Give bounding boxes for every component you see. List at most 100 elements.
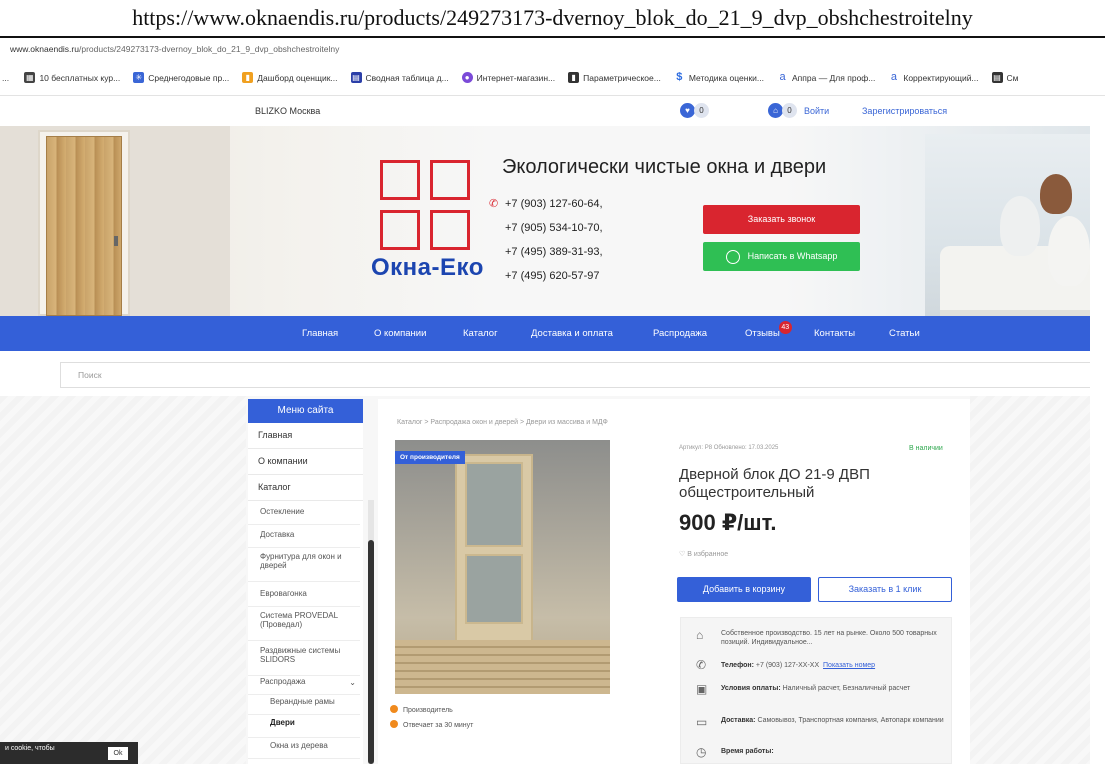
phone-list: ✆ +7 (903) 127-60-64, +7 (905) 534-10-70… (489, 192, 603, 288)
sidebar-sub-wooden-windows[interactable]: Окна из дерева (248, 741, 360, 759)
seller-phone: Телефон: +7 (903) 127-XX-XX Показать ном… (721, 662, 876, 669)
info-icon (390, 705, 398, 713)
seller-info-box: ⌂ Собственное производство. 15 лет на ры… (680, 617, 952, 764)
clock-icon: ◷ (696, 745, 707, 759)
city-selector[interactable]: BLIZKO Москва (255, 106, 320, 116)
bookmark-overflow[interactable]: ... (2, 73, 11, 83)
sidebar-item-about[interactable]: О компании (248, 451, 363, 475)
person-figure (1000, 196, 1040, 256)
add-to-cart-button[interactable]: Добавить в корзину (677, 577, 811, 602)
lumber-stack (395, 640, 610, 694)
product-photo[interactable] (395, 440, 610, 694)
bookmark-item[interactable]: ✳ Среднегодовые пр... (133, 72, 229, 83)
nav-articles[interactable]: Статьи (889, 328, 920, 339)
manufacturer-badge: От производителя (395, 451, 465, 464)
logo-square (430, 210, 470, 250)
heart-icon[interactable]: ♥ (680, 103, 695, 118)
main-nav: Главная О компании Каталог Доставка и оп… (0, 316, 1090, 351)
nav-contacts[interactable]: Контакты (814, 328, 855, 339)
scrollbar-thumb[interactable] (368, 540, 374, 764)
register-link[interactable]: Зарегистрироваться (862, 106, 947, 116)
product-title: Дверной блок ДО 21-9 ДВП общестроительны… (679, 466, 870, 501)
bookmark-item[interactable]: a Корректирующий... (888, 72, 979, 83)
sidebar-sub-verandas[interactable]: Верандные рамы (248, 697, 360, 715)
add-to-favorites[interactable]: ♡ В избранное (679, 550, 728, 558)
cookie-banner: и cookie, чтобы Ok (0, 742, 138, 764)
delivery-terms: Доставка: Самовывоз, Транспортная компан… (721, 717, 944, 724)
phone-icon: ✆ (696, 658, 707, 672)
phone-number[interactable]: +7 (495) 389-31-93, (505, 240, 603, 264)
reviews-badge: 43 (778, 321, 792, 334)
sidebar-sub-slidors[interactable]: Раздвижные системы SLIDORS (248, 646, 360, 676)
nav-home[interactable]: Главная (302, 328, 338, 339)
bookmark-item[interactable]: ▤ Сводная таблица д... (350, 72, 449, 83)
one-click-order-button[interactable]: Заказать в 1 клик (818, 577, 952, 602)
truck-icon: ▭ (696, 715, 708, 729)
address-path: /products/249273173-dvernoy_blok_do_21_9… (78, 44, 340, 54)
sidebar-menu: Меню сайта Главная О компании Каталог Ос… (248, 399, 363, 764)
shop-icon: ● (461, 72, 473, 83)
sidebar-item-catalog[interactable]: Каталог (248, 477, 363, 501)
a-icon: a (779, 71, 786, 83)
phone-number[interactable]: +7 (903) 127-60-64, (505, 192, 603, 216)
nav-delivery[interactable]: Доставка и оплата (531, 328, 613, 339)
login-link[interactable]: Войти (804, 106, 829, 116)
nav-catalog[interactable]: Каталог (463, 328, 498, 339)
address-domain: www.oknaendis.ru (10, 44, 79, 54)
nav-reviews[interactable]: Отзывы 43 (745, 321, 792, 339)
bookmark-item[interactable]: ● Интернет-магазин... (461, 72, 555, 83)
breadcrumb[interactable]: Каталог > Распродажа окон и дверей > Две… (397, 419, 608, 426)
phone-number[interactable]: +7 (905) 534-10-70, (505, 216, 603, 240)
tag-icon: ⌂ (696, 628, 704, 642)
background-pattern (0, 396, 246, 764)
nav-sale[interactable]: Распродажа (653, 328, 707, 339)
product-price: 900 ₽/шт. (679, 510, 777, 535)
address-bar[interactable]: www.oknaendis.ru/products/249273173-dver… (0, 38, 1105, 60)
feature-item: Отвечает за 30 минут (390, 720, 473, 729)
bookmarks-bar: ... ▦ 10 бесплатных кур... ✳ Среднегодовые… (0, 60, 1105, 96)
dollar-icon: $ (676, 71, 683, 83)
nav-about[interactable]: О компании (374, 328, 426, 339)
sidebar-header: Меню сайта (248, 399, 363, 423)
doc-icon: ▤ (991, 72, 1003, 83)
header-banner: Окна-Еко Экологически чистые окна и двер… (0, 126, 1090, 316)
cookie-ok-button[interactable]: Ok (108, 747, 128, 760)
feature-item: Производитель (390, 705, 453, 714)
bookmark-item[interactable]: ▦ 10 бесплатных кур... (24, 72, 120, 83)
person-figure (1040, 174, 1072, 214)
sidebar-sub-eurolining[interactable]: Евровагонка (248, 589, 360, 607)
seller-about: Собственное производство. 15 лет на рынк… (721, 630, 937, 646)
flower-icon: ✳ (133, 72, 145, 83)
bookmark-item[interactable]: ▮ Дашборд оценщик... (242, 72, 338, 83)
page-url-caption: https://www.oknaendis.ru/products/249273… (0, 0, 1105, 38)
grid-icon: ▦ (24, 72, 36, 83)
cart-count: 0 (782, 103, 797, 118)
sidebar-sub-sale[interactable]: Распродажа ⌄ (248, 675, 360, 695)
sidebar-sub-glazing[interactable]: Остекление (248, 507, 360, 525)
site-logo[interactable]: Окна-Еко (371, 254, 484, 282)
slogan: Экологически чистые окна и двери (502, 156, 827, 178)
phone-number[interactable]: +7 (495) 620-57-97 (505, 264, 603, 288)
wallet-icon: ▣ (696, 682, 708, 696)
bookmark-item[interactable]: ▮ Параметрическое... (568, 72, 661, 83)
cart-icon[interactable]: ⌂ (768, 103, 783, 118)
show-number-link[interactable]: Показать номер (823, 662, 875, 669)
order-call-button[interactable]: Заказать звонок (703, 205, 860, 234)
logo-square (380, 160, 420, 200)
search-input[interactable]: Поиск (60, 362, 1090, 388)
sidebar-sub-provedal[interactable]: Система PROVEDAL (Проведал) (248, 611, 360, 641)
whatsapp-button[interactable]: Написать в Whatsapp (703, 242, 860, 271)
door-glass (465, 462, 523, 547)
bookmark-item[interactable]: ▤ См (991, 72, 1019, 83)
sidebar-sub-fittings[interactable]: Фурнитура для окон и дверей (248, 552, 360, 582)
bookmark-item[interactable]: a Аппра — Для проф... (777, 72, 875, 83)
wooden-door (46, 136, 122, 316)
sidebar-sub-delivery[interactable]: Доставка (248, 530, 360, 548)
article-number: Артикул: Р8 Обновлено: 17.03.2025 (679, 445, 779, 451)
bookmark-item[interactable]: $ Методика оценки... (674, 72, 764, 83)
door-handle (114, 236, 118, 246)
sidebar-sub-doors[interactable]: Двери (248, 718, 360, 738)
site-topbar: BLIZKO Москва ♥ 0 ⌂ 0 Войти Зарегистриро… (0, 96, 1090, 126)
sidebar-item-home[interactable]: Главная (248, 427, 363, 449)
chevron-down-icon: ⌄ (349, 678, 356, 687)
